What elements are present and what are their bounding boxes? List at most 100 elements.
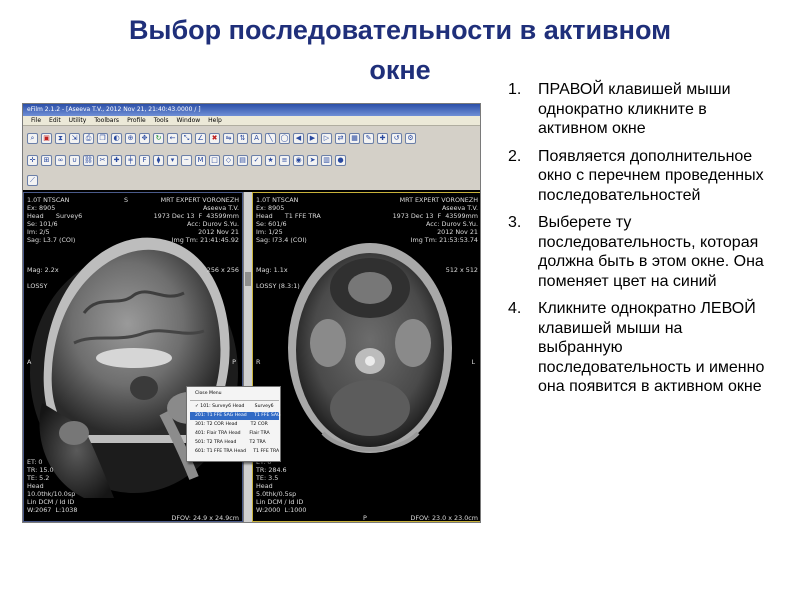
viewports-area: 1.0T NTSCAN Ex: 8905 Head Survey6 Se: 10…	[23, 190, 480, 522]
pencil-icon[interactable]: ✎	[363, 132, 374, 144]
copy-icon[interactable]: ❐	[97, 132, 108, 144]
next-icon[interactable]: ▶	[307, 132, 318, 144]
left-lossy: LOSSY	[27, 282, 48, 290]
fov-icon[interactable]: F	[139, 154, 150, 166]
right-dfov: DFOV: 23.0 x 23.0cm	[410, 514, 478, 522]
film-icon[interactable]: ▤	[237, 154, 248, 166]
notes-icon[interactable]: ≡	[279, 154, 290, 166]
wand-icon[interactable]: ⟋	[27, 174, 38, 186]
close-menu-item[interactable]: Close Menu	[190, 390, 279, 398]
check-icon[interactable]: ✓	[251, 154, 262, 166]
delete-icon[interactable]: ✖	[209, 132, 220, 144]
mpr-icon[interactable]: M	[195, 154, 206, 166]
step-3: 3. Выберете ту последовательность, котор…	[508, 213, 770, 291]
menu-help[interactable]: Help	[208, 116, 222, 125]
infinity-icon[interactable]: ∞	[55, 154, 66, 166]
toolbar-row-1: ⌕ ▣ ⧗ ⇲ ⎙ ❐ ◐ ⊕ ✥ ↻ ← ⤡ ∠ ✖ ⇋ ⇅ A ╲ ◯ ◀ …	[23, 128, 480, 148]
line-icon[interactable]: ╲	[265, 132, 276, 144]
instruction-list: 1. ПРАВОЙ клавишей мыши однократно кликн…	[508, 80, 770, 405]
ellipse-icon[interactable]: ◯	[279, 132, 290, 144]
bullet-icon[interactable]: ●	[335, 154, 346, 166]
menu-utility[interactable]: Utility	[69, 116, 87, 125]
burn-icon[interactable]: ◉	[293, 154, 304, 166]
cross-icon[interactable]: ✚	[111, 154, 122, 166]
send-icon[interactable]: ➤	[307, 154, 318, 166]
key-image-icon[interactable]: ✚	[377, 132, 388, 144]
sync-icon[interactable]: ⇄	[335, 132, 346, 144]
open-file-icon[interactable]: ▣	[41, 132, 52, 144]
menu-toolbars[interactable]: Toolbars	[94, 116, 119, 125]
menu-item-t1-ffe-tra[interactable]: 601: T1 FFE TRA Head T1 FFE TRA	[190, 448, 279, 456]
menu-item-flair-tra[interactable]: 401: Flair TRA Head Flair TRA	[190, 430, 279, 438]
efilm-window: eFilm 2.1.2 - [Aseeva T.V., 2012 Nov 21,…	[22, 103, 481, 523]
cine-icon[interactable]: ▷	[321, 132, 332, 144]
right-info-top-right: MRT EXPERT VORONEZH Aseeva T.V. 1973 Dec…	[392, 196, 478, 244]
viewport-scrollbar[interactable]	[243, 192, 252, 522]
step-1: 1. ПРАВОЙ клавишей мыши однократно кликн…	[508, 80, 770, 139]
export-icon[interactable]: ⇲	[69, 132, 80, 144]
menu-item-t1-ffe-sag[interactable]: 201: T1 FFE SAG Head T1 FFE SAG	[190, 412, 280, 420]
crosshair-icon[interactable]: ✛	[27, 154, 38, 166]
search-study-icon[interactable]: ⌕	[27, 132, 38, 144]
grid-icon[interactable]: ▦	[349, 132, 360, 144]
left-matrix: 256 x 256	[206, 266, 239, 274]
settings-icon[interactable]: ⚙	[405, 132, 416, 144]
step-number: 3.	[508, 214, 522, 231]
right-magnification: Mag: 1.1x	[256, 266, 288, 274]
menu-profile[interactable]: Profile	[127, 116, 146, 125]
right-orientation-bottom: P	[363, 514, 367, 522]
left-dfov: DFOV: 24.9 x 24.9cm	[171, 514, 239, 522]
mirror-icon[interactable]: ⧫	[153, 154, 164, 166]
rotate-icon[interactable]: ↻	[153, 132, 164, 144]
left-side-label: A	[27, 358, 32, 366]
mip-icon[interactable]: ◇	[223, 154, 234, 166]
menu-window[interactable]: Window	[177, 116, 201, 125]
ref-line-icon[interactable]: ╪	[125, 154, 136, 166]
print-icon[interactable]: ⎙	[83, 132, 94, 144]
right-vp-side-right: L	[471, 358, 475, 366]
layout-icon[interactable]: ⊞	[41, 154, 52, 166]
scrollbar-thumb[interactable]	[245, 272, 251, 286]
square-icon[interactable]: □	[209, 154, 220, 166]
right-matrix: 512 x 512	[445, 266, 478, 274]
zoom-icon[interactable]: ⊕	[125, 132, 136, 144]
menu-tools[interactable]: Tools	[154, 116, 169, 125]
step-4: 4. Кликните однократно ЛЕВОЙ клавишей мы…	[508, 299, 770, 397]
sequence-context-menu: Close Menu ✓ 101: Survey6 Head Survey6 2…	[186, 386, 281, 462]
left-info-bottom-left: ET: 0 TR: 15.0 TE: 5.2 Head 10.0thk/10.0…	[27, 458, 78, 514]
star-icon[interactable]: ★	[265, 154, 276, 166]
dropdown-icon[interactable]: ▾	[167, 154, 178, 166]
link-icon[interactable]: ⛓	[83, 154, 94, 166]
flip-h-icon[interactable]: ⇋	[223, 132, 234, 144]
prev-icon[interactable]: ◀	[293, 132, 304, 144]
right-vp-side-left: R	[256, 358, 261, 366]
step-text: Появляется дополнительное окно с перечне…	[538, 147, 764, 204]
viewport-right[interactable]: 1.0T NTSCAN Ex: 8905 Head T1 FFE TRA Se:…	[252, 192, 480, 522]
menu-file[interactable]: File	[31, 116, 41, 125]
measure-icon[interactable]: ⤡	[181, 132, 192, 144]
table-icon[interactable]: ▥	[321, 154, 332, 166]
left-magnification: Mag: 2.2x	[27, 266, 59, 274]
reset-icon[interactable]: ↺	[391, 132, 402, 144]
step-number: 2.	[508, 147, 522, 165]
window-level-icon[interactable]: ◐	[111, 132, 122, 144]
menu-bar: File Edit Utility Toolbars Profile Tools…	[23, 116, 480, 126]
text-icon[interactable]: A	[251, 132, 262, 144]
flip-v-icon[interactable]: ⇅	[237, 132, 248, 144]
toolbar-row-3: ⟋	[23, 170, 480, 190]
hourglass-icon[interactable]: ⧗	[55, 132, 66, 144]
slide-title-line1: Выбор последовательности в активном	[128, 15, 672, 45]
scissors-icon[interactable]: ✂	[97, 154, 108, 166]
menu-item-t2-cor[interactable]: 301: T2 COR Head T2 COR	[190, 421, 279, 429]
step-text: Кликните однократно ЛЕВОЙ клавишей мыши …	[538, 300, 765, 395]
angle-icon[interactable]: ∠	[195, 132, 206, 144]
menu-item-survey6[interactable]: ✓ 101: Survey6 Head Survey6	[190, 403, 279, 411]
menu-edit[interactable]: Edit	[49, 116, 61, 125]
magnet-icon[interactable]: ∪	[69, 154, 80, 166]
viewport-left[interactable]: 1.0T NTSCAN Ex: 8905 Head Survey6 Se: 10…	[23, 192, 243, 522]
right-info-top-left: 1.0T NTSCAN Ex: 8905 Head T1 FFE TRA Se:…	[256, 196, 321, 244]
pan-icon[interactable]: ✥	[139, 132, 150, 144]
menu-item-t2-tra[interactable]: 501: T2 TRA Head T2 TRA	[190, 439, 279, 447]
back-icon[interactable]: ←	[167, 132, 178, 144]
dotted-line-icon[interactable]: ┄	[181, 154, 192, 166]
